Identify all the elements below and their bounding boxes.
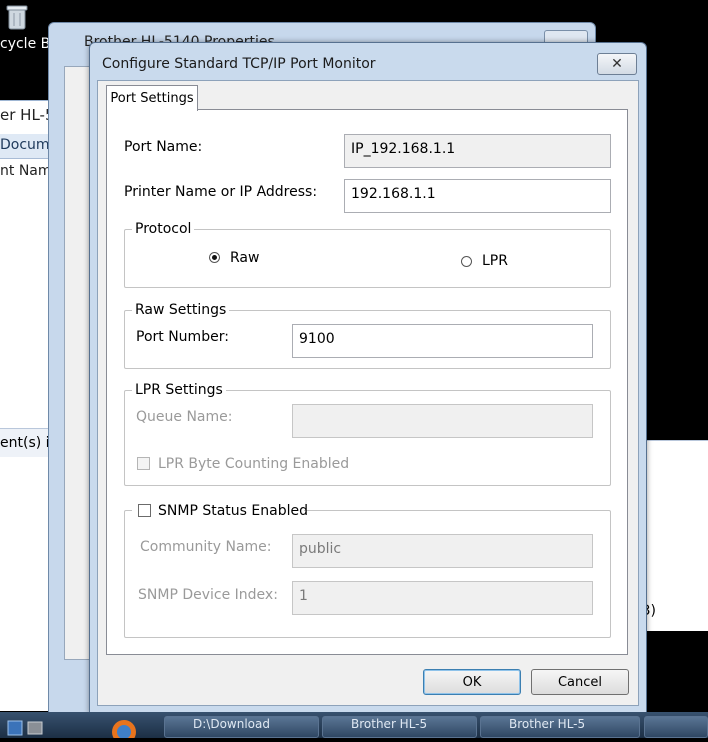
lpr-byte-counting-label: LPR Byte Counting Enabled xyxy=(158,456,350,472)
port-number-label: Port Number: xyxy=(136,329,229,345)
snmp-status-checkbox[interactable] xyxy=(138,504,151,517)
taskbar-item-printer-1[interactable]: Brother HL-5 xyxy=(322,716,477,738)
lpr-radio-label[interactable]: LPR xyxy=(482,253,508,269)
printer-address-input[interactable]: 192.168.1.1 xyxy=(344,179,611,213)
firefox-icon[interactable] xyxy=(104,718,144,742)
device-index-input[interactable]: 1 xyxy=(292,581,593,615)
cancel-button[interactable]: Cancel xyxy=(531,669,629,695)
background-right-window: 3) xyxy=(642,440,708,631)
lpr-radio[interactable] xyxy=(461,256,472,267)
port-name-label: Port Name: xyxy=(124,139,203,155)
snmp-group xyxy=(124,510,611,638)
lpr-settings-legend: LPR Settings xyxy=(132,382,226,398)
radio-selected-dot xyxy=(212,255,217,260)
queue-name-input[interactable] xyxy=(292,404,593,438)
dialog-title: Configure Standard TCP/IP Port Monitor xyxy=(102,56,376,72)
taskbar-item-download-folder[interactable]: D:\Download xyxy=(164,716,319,738)
snmp-status-label[interactable]: SNMP Status Enabled xyxy=(158,503,308,519)
protocol-group xyxy=(124,229,611,288)
quick-launch-icons[interactable] xyxy=(6,718,46,738)
port-number-input[interactable]: 9100 xyxy=(292,324,593,358)
background-column-header[interactable]: nt Nam xyxy=(0,163,52,179)
raw-settings-legend: Raw Settings xyxy=(132,302,230,318)
raw-radio[interactable] xyxy=(209,252,220,263)
recycle-bin-icon[interactable] xyxy=(6,4,28,30)
queue-name-label: Queue Name: xyxy=(136,409,233,425)
community-name-label: Community Name: xyxy=(140,539,272,555)
printer-name-label: Printer Name or IP Address: xyxy=(124,184,318,200)
lpr-byte-counting-checkbox[interactable] xyxy=(137,457,150,470)
protocol-legend: Protocol xyxy=(132,221,195,237)
tab-port-settings[interactable]: Port Settings xyxy=(106,85,198,111)
taskbar-item-printer-3[interactable] xyxy=(644,716,708,738)
raw-radio-label[interactable]: Raw xyxy=(230,250,259,266)
port-name-field[interactable]: IP_192.168.1.1 xyxy=(344,134,611,168)
device-index-label: SNMP Device Index: xyxy=(138,587,278,603)
taskbar-item-printer-2[interactable]: Brother HL-5 xyxy=(480,716,640,738)
community-name-input[interactable]: public xyxy=(292,534,593,568)
ok-button[interactable]: OK xyxy=(423,669,521,695)
close-icon: ✕ xyxy=(611,56,623,72)
dialog-close-button[interactable]: ✕ xyxy=(597,53,637,75)
